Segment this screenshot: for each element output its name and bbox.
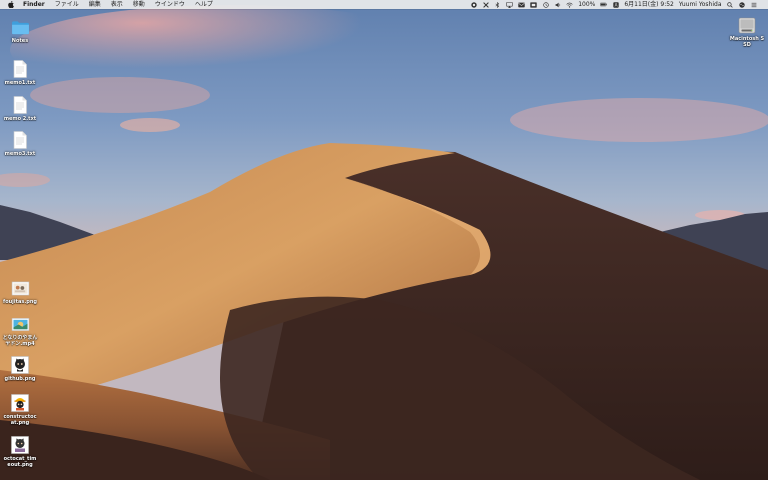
desktop-icon-label: constructocat.png xyxy=(3,414,37,426)
menu-bar: Finder ファイル 編集 表示 移動 ウインドウ ヘルプ 100% A 6月… xyxy=(0,0,768,9)
bluetooth-icon[interactable] xyxy=(494,1,501,8)
screenshot-icon[interactable] xyxy=(530,1,537,8)
apple-menu-icon[interactable] xyxy=(7,1,14,9)
desktop-icon-label: github.png xyxy=(4,376,36,382)
desktop-icon-octocat-timeout[interactable]: octocat_timeout.png xyxy=(1,436,39,468)
spotlight-search-icon[interactable] xyxy=(727,1,734,8)
desktop[interactable]: Finder ファイル 編集 表示 移動 ウインドウ ヘルプ 100% A 6月… xyxy=(0,0,768,480)
svg-text:A: A xyxy=(614,2,617,7)
battery-percent[interactable]: 100% xyxy=(576,0,598,9)
desktop-icon-memo3[interactable]: memo3.txt xyxy=(1,131,39,157)
desktop-icon-memo2[interactable]: memo 2.txt xyxy=(1,96,39,122)
desktop-icon-video[interactable]: となりのやまんヤドン.mp4 xyxy=(1,315,39,347)
battery-icon[interactable] xyxy=(600,2,608,8)
text-file-icon xyxy=(10,96,30,114)
text-file-icon xyxy=(10,131,30,149)
desktop-wallpaper xyxy=(0,0,768,480)
time-machine-icon[interactable] xyxy=(542,1,549,8)
desktop-icon-foujitas[interactable]: foujitas.png xyxy=(1,279,39,305)
volume-icon[interactable] xyxy=(554,2,561,8)
desktop-icon-label: Notes xyxy=(11,38,29,44)
desktop-icon-label: Macintosh SSD xyxy=(729,36,765,48)
image-file-icon xyxy=(10,356,30,374)
desktop-icon-macintosh-ssd[interactable]: Macintosh SSD xyxy=(728,16,766,48)
text-file-icon xyxy=(10,60,30,78)
menu-help[interactable]: ヘルプ xyxy=(190,0,218,9)
video-file-icon xyxy=(10,315,30,333)
wifi-icon[interactable] xyxy=(566,2,573,8)
desktop-icon-memo1[interactable]: memo1.txt xyxy=(1,60,39,86)
folder-icon xyxy=(10,18,30,36)
input-source-icon[interactable]: A xyxy=(612,1,619,8)
menu-go[interactable]: 移動 xyxy=(128,0,150,9)
mail-icon[interactable] xyxy=(518,2,525,8)
desktop-icon-github[interactable]: github.png xyxy=(1,356,39,382)
desktop-icon-label: foujitas.png xyxy=(3,299,37,305)
tools-icon[interactable] xyxy=(482,1,489,8)
siri-icon[interactable] xyxy=(739,1,746,8)
image-file-icon xyxy=(10,394,30,412)
hard-drive-icon xyxy=(737,16,757,34)
desktop-icon-label: octocat_timeout.png xyxy=(3,456,37,468)
sync-status-icon[interactable] xyxy=(470,1,477,8)
desktop-icon-notes[interactable]: Notes xyxy=(1,18,39,44)
desktop-icon-label: memo3.txt xyxy=(4,151,36,157)
desktop-icon-label: memo1.txt xyxy=(4,80,36,86)
airplay-icon[interactable] xyxy=(506,1,513,8)
menu-clock[interactable]: 6月11日(金) 9:52 xyxy=(622,0,677,9)
notification-center-icon[interactable] xyxy=(751,2,758,8)
desktop-icon-constructocat[interactable]: constructocat.png xyxy=(1,394,39,426)
image-file-icon xyxy=(10,436,30,454)
menu-window[interactable]: ウインドウ xyxy=(150,0,190,9)
desktop-icon-label: memo 2.txt xyxy=(3,116,37,122)
menu-finder[interactable]: Finder xyxy=(18,0,50,9)
user-name[interactable]: Yuumi Yoshida xyxy=(676,0,724,9)
desktop-icon-label: となりのやまんヤドン.mp4 xyxy=(2,335,38,347)
menu-view[interactable]: 表示 xyxy=(106,0,128,9)
menu-file[interactable]: ファイル xyxy=(50,0,84,9)
image-file-icon xyxy=(10,279,30,297)
menu-edit[interactable]: 編集 xyxy=(84,0,106,9)
